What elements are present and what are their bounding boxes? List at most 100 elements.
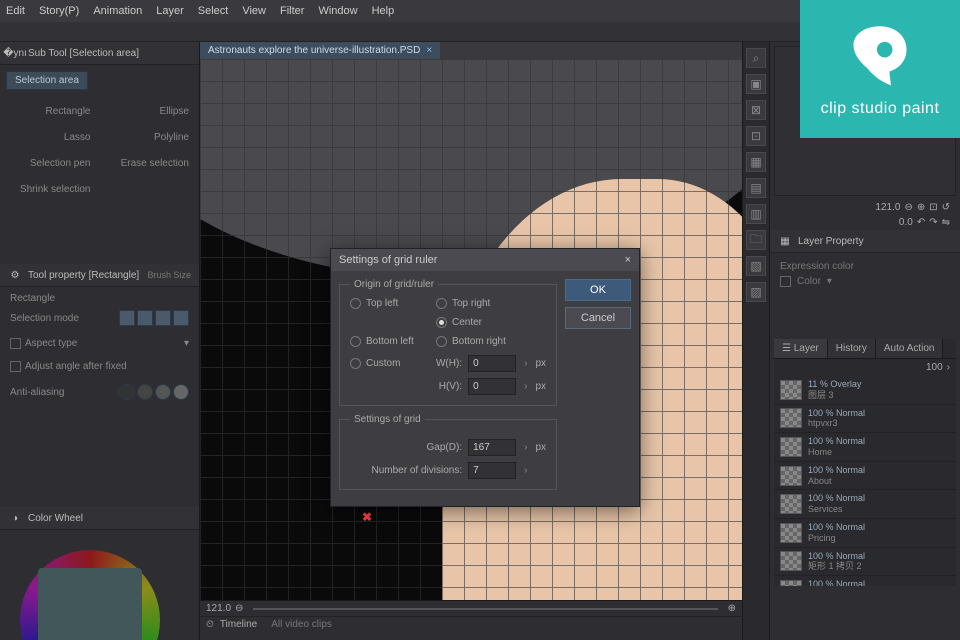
zoom-in-icon[interactable]: ⊕ <box>728 603 736 614</box>
expression-color-checkbox[interactable] <box>780 276 791 287</box>
subtool-lasso[interactable]: Lasso <box>6 124 95 146</box>
chevron-down-icon[interactable]: ▾ <box>184 338 189 349</box>
canvas-zoom-value[interactable]: 121.0 <box>206 603 231 614</box>
gutter-folder-icon[interactable]: 🗀 <box>746 230 766 250</box>
menu-filter[interactable]: Filter <box>280 5 304 17</box>
radio-custom[interactable]: Custom <box>350 358 426 369</box>
label-aspect-type: Aspect type <box>25 338 77 349</box>
label-hv: H(V): <box>439 381 462 392</box>
gutter-mask-icon[interactable]: ▤ <box>746 178 766 198</box>
label-gap: Gap(D): <box>427 442 463 453</box>
radio-top-left[interactable]: Top left <box>350 298 426 309</box>
wrench-icon: ⚙ <box>8 268 22 282</box>
menu-story[interactable]: Story(P) <box>39 5 79 17</box>
subtool-erase-selection[interactable]: Erase selection <box>105 150 194 172</box>
opacity-spinner-icon[interactable]: › <box>947 362 950 373</box>
tab-auto-action[interactable]: Auto Action <box>876 339 944 358</box>
subtool-ellipse[interactable]: Ellipse <box>105 98 194 120</box>
layer-property-title: Layer Property <box>798 236 864 247</box>
layer-property-header: ▦ Layer Property <box>770 230 960 253</box>
gutter-expand-icon[interactable]: ▦ <box>746 152 766 172</box>
input-gap[interactable] <box>468 439 516 456</box>
layer-row[interactable]: 100 % Normalhtpvxr3 <box>774 405 956 434</box>
menu-layer[interactable]: Layer <box>156 5 184 17</box>
nav-zoom-in-icon[interactable]: ⊕ <box>917 202 925 213</box>
tab-layer[interactable]: ☰ Layer <box>774 339 828 358</box>
layer-opacity-value[interactable]: 100 <box>926 362 943 373</box>
radio-bottom-left[interactable]: Bottom left <box>350 336 426 347</box>
spinner-icon[interactable]: › <box>522 358 529 369</box>
tool-property-sub: Rectangle <box>10 293 189 304</box>
layer-row[interactable]: 100 % NormalHome <box>774 433 956 462</box>
radio-bottom-right[interactable]: Bottom right <box>436 336 546 347</box>
input-divisions[interactable] <box>468 462 516 479</box>
subtool-selection-pen[interactable]: Selection pen <box>6 150 95 172</box>
chevron-down-icon[interactable]: ▾ <box>827 276 832 287</box>
gutter-layer-icon[interactable]: ▥ <box>746 204 766 224</box>
menu-help[interactable]: Help <box>372 5 395 17</box>
expression-color-mode[interactable]: Color <box>797 276 821 287</box>
selection-mode-buttons[interactable] <box>119 310 189 326</box>
left-panel-stack: �ynı Sub Tool [Selection area] Selection… <box>0 42 200 640</box>
label-selection-mode: Selection mode <box>10 313 79 324</box>
label-adjust-angle: Adjust angle after fixed <box>25 361 127 372</box>
canvas-footer: 121.0 ⊖ ⊕ ⏲ Timeline All video clips <box>200 600 742 640</box>
layer-panel: ☰ Layer History Auto Action 100 › 11 % O… <box>774 339 956 586</box>
gutter-crop-icon[interactable]: ▣ <box>746 74 766 94</box>
zoom-slider[interactable] <box>253 608 717 610</box>
document-tab[interactable]: Astronauts explore the universe-illustra… <box>200 42 440 59</box>
aspect-checkbox[interactable] <box>10 338 21 349</box>
antialias-buttons[interactable] <box>119 384 189 400</box>
subtool-tab-selection-area[interactable]: Selection area <box>6 71 88 90</box>
layer-row[interactable]: 100 % Normalexplore <box>774 576 956 586</box>
menu-window[interactable]: Window <box>318 5 357 17</box>
subtool-polyline[interactable]: Polyline <box>105 124 194 146</box>
nav-reset-icon[interactable]: ↺ <box>942 202 950 213</box>
layer-row[interactable]: 100 % NormalServices <box>774 490 956 519</box>
tab-brush-size[interactable]: Brush Size <box>147 270 191 280</box>
close-tab-icon[interactable]: × <box>426 45 432 56</box>
nav-flip-icon[interactable]: ⇋ <box>942 217 950 228</box>
spinner-icon[interactable]: › <box>522 465 529 476</box>
cancel-button[interactable]: Cancel <box>565 307 631 329</box>
color-wheel[interactable] <box>0 530 199 640</box>
brush-icon: �ynı <box>8 46 22 60</box>
spinner-icon[interactable]: › <box>522 442 529 453</box>
nav-zoom-out-icon[interactable]: ⊖ <box>904 202 912 213</box>
layer-thumbnail <box>780 408 802 428</box>
label-expression-color: Expression color <box>780 261 950 272</box>
gutter-palette-icon[interactable]: ▧ <box>746 256 766 276</box>
zoom-out-icon[interactable]: ⊖ <box>235 603 243 614</box>
tool-property-title: Tool property [Rectangle] <box>28 270 139 281</box>
adjust-angle-checkbox[interactable] <box>10 361 21 372</box>
gutter-deselect-icon[interactable]: ⊠ <box>746 100 766 120</box>
nav-rotate-left-icon[interactable]: ↶ <box>917 217 925 228</box>
layer-row[interactable]: 100 % NormalPricing <box>774 519 956 548</box>
tab-history[interactable]: History <box>828 339 876 358</box>
menu-edit[interactable]: Edit <box>6 5 25 17</box>
input-hv[interactable] <box>468 378 516 395</box>
layer-row[interactable]: 100 % NormalAbout <box>774 462 956 491</box>
menu-select[interactable]: Select <box>198 5 229 17</box>
subtool-shrink-selection[interactable]: Shrink selection <box>6 176 95 198</box>
radio-top-right[interactable]: Top right <box>436 298 546 309</box>
gutter-magnify-icon[interactable]: ⌕ <box>746 48 766 68</box>
nav-rotate-right-icon[interactable]: ↷ <box>929 217 937 228</box>
layer-row[interactable]: 11 % Overlay图层 3 <box>774 376 956 405</box>
menu-animation[interactable]: Animation <box>93 5 142 17</box>
layer-row[interactable]: 100 % Normal矩形 1 拷贝 2 <box>774 548 956 577</box>
ok-button[interactable]: OK <box>565 279 631 301</box>
color-wheel-title: Color Wheel <box>28 513 83 524</box>
input-wh[interactable] <box>468 355 516 372</box>
menu-view[interactable]: View <box>242 5 266 17</box>
dialog-title: Settings of grid ruler <box>339 254 437 266</box>
nav-fit-icon[interactable]: ⊡ <box>929 202 937 213</box>
spinner-icon[interactable]: › <box>522 381 529 392</box>
dialog-close-icon[interactable]: × <box>625 254 631 266</box>
gutter-invert-icon[interactable]: ⊡ <box>746 126 766 146</box>
subtool-rectangle[interactable]: Rectangle <box>6 98 95 120</box>
timeline-title: Timeline <box>220 619 257 630</box>
radio-center[interactable]: Center <box>436 317 546 328</box>
timeline-clips-label: All video clips <box>271 619 332 630</box>
gutter-settings-icon[interactable]: ▨ <box>746 282 766 302</box>
